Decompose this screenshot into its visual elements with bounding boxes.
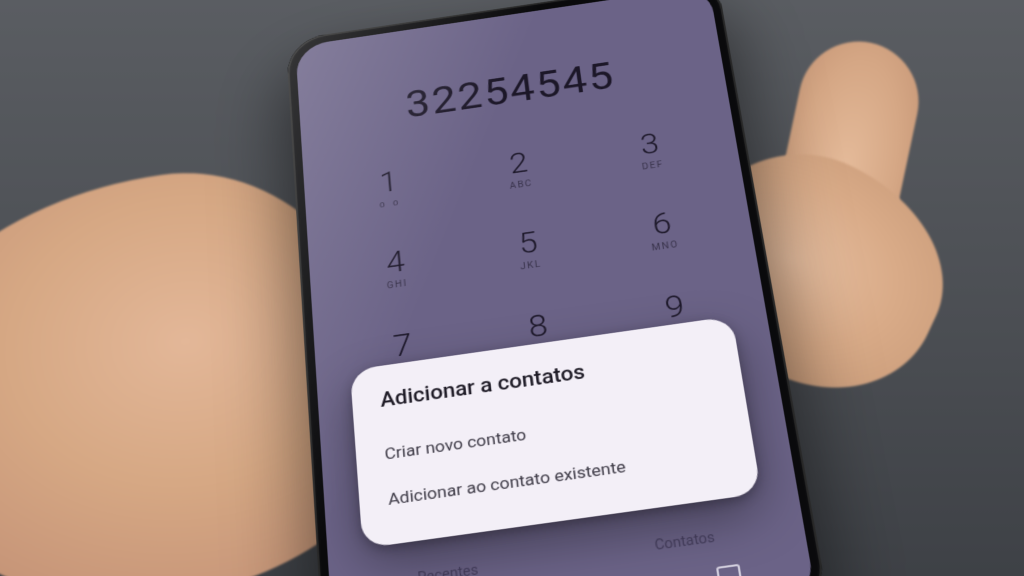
scene: 32254545 1ᴏ ᴏ 2ABC 3DEF 4GHI 5JKL 6MNO 7… (0, 0, 1024, 576)
tab-contacts[interactable]: Contatos (654, 530, 716, 554)
key-4[interactable]: 4GHI (346, 224, 446, 314)
recents-icon[interactable] (716, 564, 743, 576)
key-5[interactable]: 5JKL (478, 204, 582, 294)
key-3[interactable]: 3DEF (599, 107, 703, 194)
phone: 32254545 1ᴏ ᴏ 2ABC 3DEF 4GHI 5JKL 6MNO 7… (286, 0, 829, 576)
phone-screen: 32254545 1ᴏ ᴏ 2ABC 3DEF 4GHI 5JKL 6MNO 7… (295, 0, 816, 576)
tab-recent[interactable]: Recentes (417, 562, 479, 576)
phone-body: 32254545 1ᴏ ᴏ 2ABC 3DEF 4GHI 5JKL 6MNO 7… (286, 0, 829, 576)
key-1[interactable]: 1ᴏ ᴏ (340, 145, 438, 232)
key-2[interactable]: 2ABC (469, 126, 570, 213)
key-6[interactable]: 6MNO (610, 185, 717, 275)
